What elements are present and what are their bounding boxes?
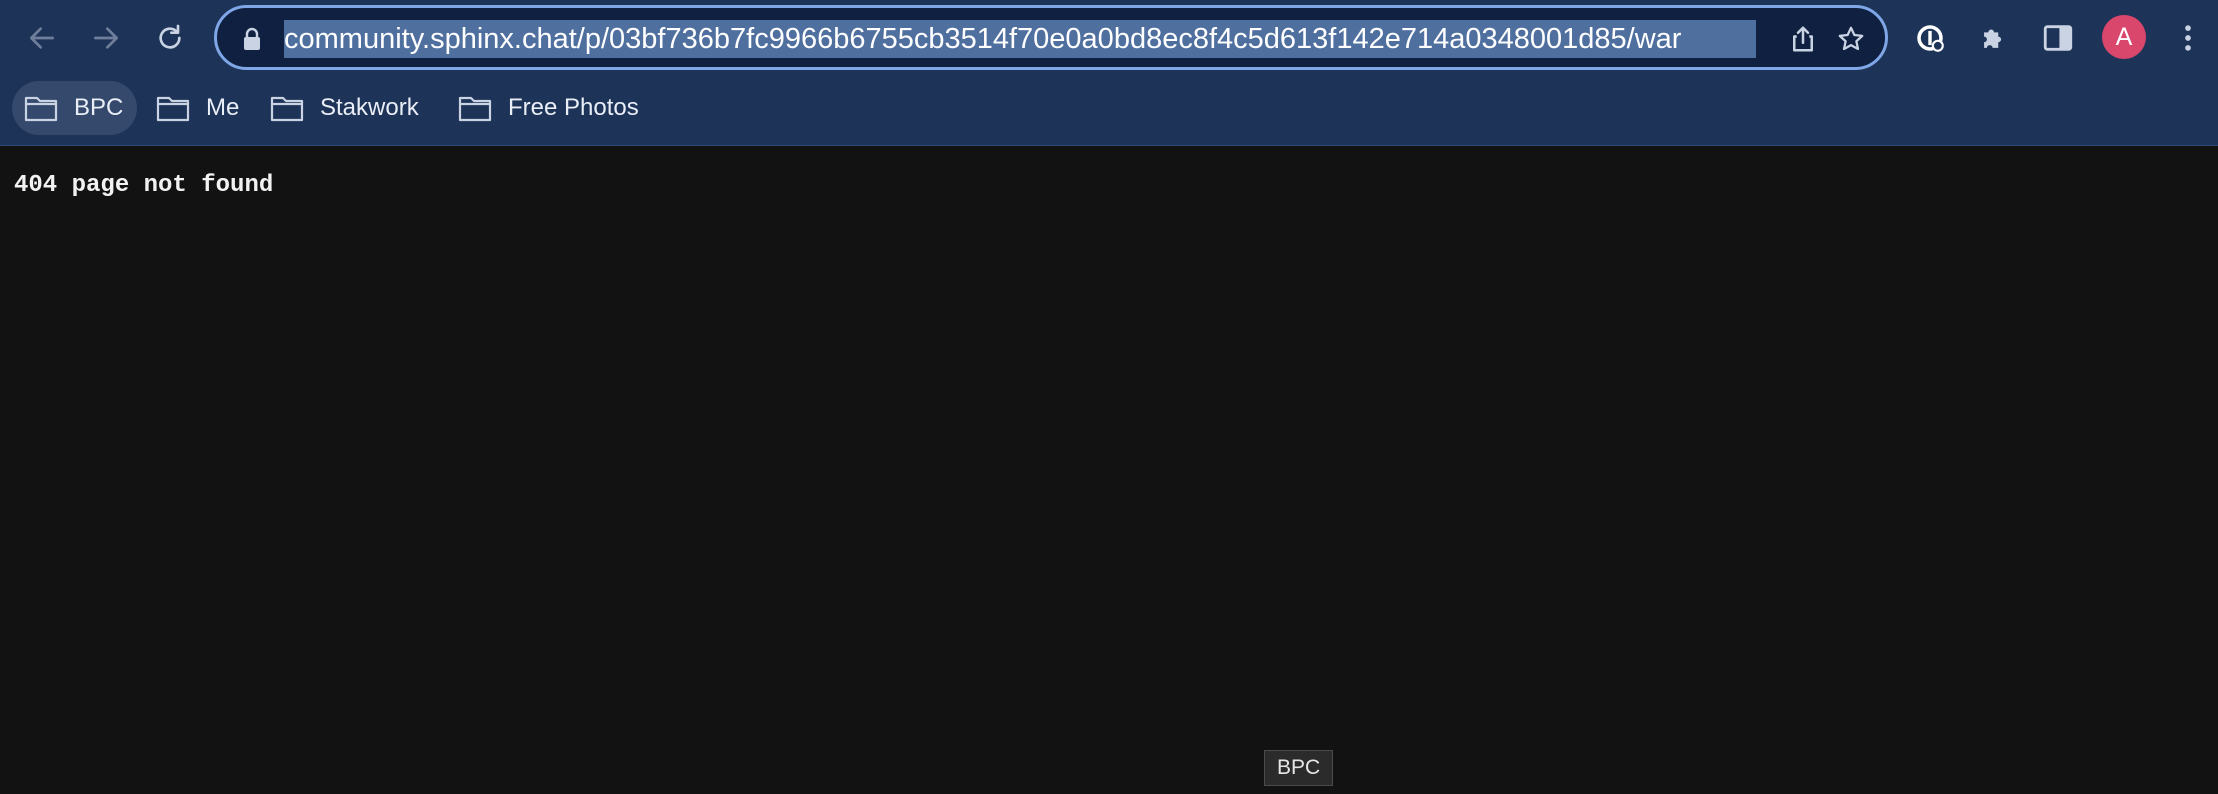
extension-password-icon — [1917, 25, 1944, 52]
folder-icon — [270, 96, 304, 122]
side-panel-button[interactable] — [2034, 14, 2082, 62]
reload-button[interactable] — [146, 14, 194, 62]
lock-icon[interactable] — [241, 27, 263, 51]
bookmark-label: Stakwork — [320, 94, 419, 121]
bookmark-tooltip: BPC — [1264, 750, 1334, 786]
url-text[interactable]: community.sphinx.chat/p/03bf736b7fc9966b… — [284, 20, 1756, 58]
star-icon — [1838, 26, 1864, 51]
folder-icon — [156, 96, 190, 122]
profile-avatar[interactable]: A — [2102, 15, 2146, 59]
share-button[interactable] — [1785, 21, 1821, 57]
bookmark-label: Free Photos — [508, 94, 639, 121]
forward-arrow-icon — [94, 27, 118, 49]
bookmark-label: Me — [206, 94, 240, 121]
browser-toolbar: community.sphinx.chat/p/03bf736b7fc9966b… — [0, 0, 2218, 76]
bookmark-folder-me[interactable]: Me — [144, 81, 253, 135]
reload-icon — [159, 24, 181, 49]
share-icon — [1793, 26, 1813, 52]
bookmarks-bar: BPC Me Stakwork Free Photos — [0, 80, 2218, 136]
back-arrow-icon — [30, 27, 54, 49]
password-manager-extension[interactable] — [1906, 14, 1954, 62]
address-bar[interactable]: community.sphinx.chat/p/03bf736b7fc9966b… — [214, 5, 1888, 70]
browser-chrome: community.sphinx.chat/p/03bf736b7fc9966b… — [0, 0, 2218, 146]
more-vert-icon — [2185, 25, 2191, 51]
back-button[interactable] — [18, 14, 66, 62]
folder-icon — [24, 96, 58, 122]
side-panel-icon — [2043, 25, 2073, 51]
forward-button[interactable] — [82, 14, 130, 62]
extensions-button[interactable] — [1970, 14, 2018, 62]
error-message: 404 page not found — [14, 172, 274, 199]
bookmark-folder-bpc[interactable]: BPC — [12, 81, 138, 135]
menu-button[interactable] — [2164, 14, 2212, 62]
bookmark-folder-stakwork[interactable]: Stakwork — [258, 81, 433, 135]
bookmark-label: BPC — [74, 94, 124, 121]
folder-icon — [458, 96, 492, 122]
puzzle-icon — [1984, 29, 2002, 48]
bookmark-star-button[interactable] — [1833, 21, 1869, 57]
bookmark-folder-free-photos[interactable]: Free Photos — [446, 81, 653, 135]
